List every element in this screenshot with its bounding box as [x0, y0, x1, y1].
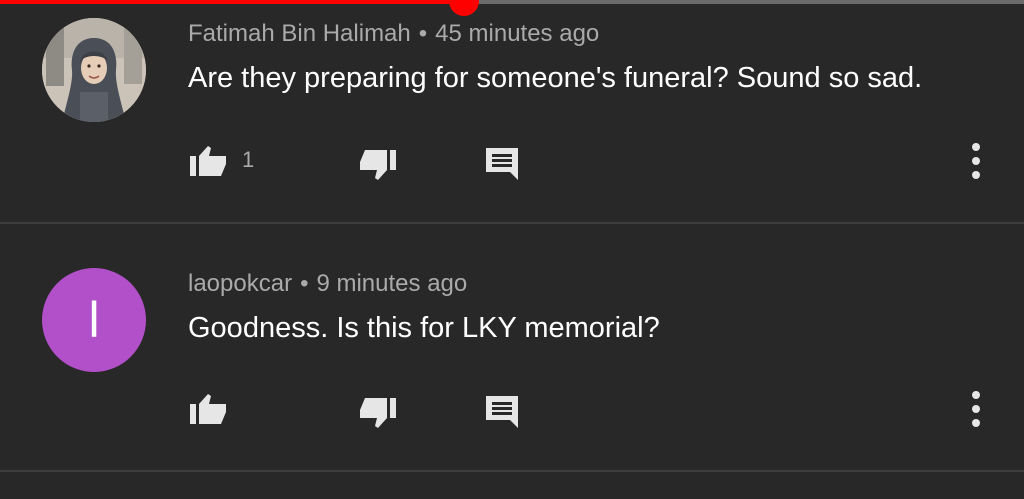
like-button[interactable]: 1 — [188, 142, 254, 178]
meta-separator: • — [300, 270, 309, 297]
more-options-button[interactable] — [966, 389, 986, 429]
dislike-button[interactable] — [356, 148, 398, 184]
reply-icon — [486, 396, 518, 428]
thumb-down-icon — [360, 150, 396, 180]
more-options-button[interactable] — [966, 141, 986, 181]
like-button[interactable] — [188, 390, 242, 426]
thumb-up-icon — [190, 146, 226, 176]
comment-item: l laopokcar • 9 minutes ago Goodness. Is t… — [0, 224, 1024, 446]
comment-author[interactable]: laopokcar — [188, 270, 292, 297]
comment-item: Fatimah Bin Halimah • 45 minutes ago Are t… — [0, 0, 1024, 222]
avatar[interactable]: l — [42, 268, 146, 372]
comment-time[interactable]: 45 minutes ago — [435, 20, 599, 47]
comment-meta: Fatimah Bin Halimah • 45 minutes ago — [188, 20, 599, 48]
thumb-up-icon — [190, 394, 226, 424]
reply-icon — [486, 148, 518, 180]
meta-separator: • — [418, 20, 428, 47]
comment-divider — [0, 470, 1024, 472]
comment-text: Goodness. Is this for LKY memorial? — [188, 312, 660, 344]
dislike-button[interactable] — [356, 396, 398, 432]
comment-meta: laopokcar • 9 minutes ago — [188, 270, 467, 298]
avatar[interactable] — [42, 18, 146, 122]
reply-button[interactable] — [484, 394, 522, 430]
like-count: 1 — [242, 147, 255, 172]
avatar-letter: l — [88, 292, 100, 348]
more-vert-icon — [972, 391, 980, 427]
comment-text: Are they preparing for someone's funeral… — [188, 62, 923, 94]
avatar-photo-image — [42, 18, 146, 122]
comments-screen: Fatimah Bin Halimah • 45 minutes ago Are t… — [0, 0, 1024, 499]
thumb-down-icon — [360, 398, 396, 428]
comment-author[interactable]: Fatimah Bin Halimah — [188, 20, 411, 47]
reply-button[interactable] — [484, 146, 522, 182]
comment-time[interactable]: 9 minutes ago — [316, 270, 467, 297]
more-vert-icon — [972, 143, 980, 179]
